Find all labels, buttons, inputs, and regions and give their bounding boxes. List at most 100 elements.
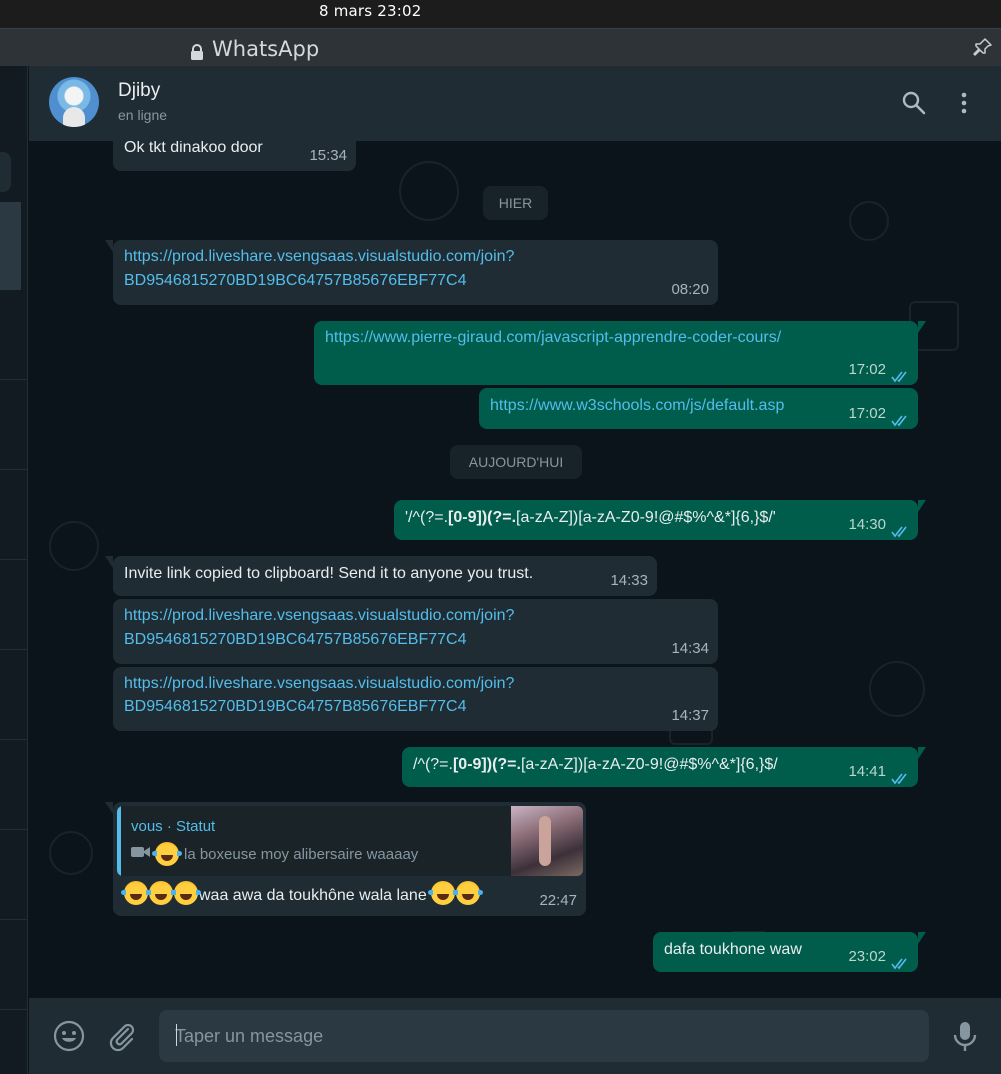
window-title-bar: WhatsApp xyxy=(0,28,1001,66)
laughing-emoji-icon xyxy=(152,842,182,866)
contact-name[interactable]: Djiby xyxy=(118,80,160,102)
contact-status: en ligne xyxy=(118,107,168,123)
status-thumbnail[interactable] xyxy=(511,806,583,876)
date-divider: HIER xyxy=(483,186,548,220)
double-check-icon xyxy=(891,367,909,383)
chat-list-item[interactable] xyxy=(0,560,28,650)
message-bubble-incoming[interactable]: Ok tkt dinakoo door 15:34 xyxy=(113,141,356,171)
double-check-icon xyxy=(891,954,909,970)
emoji-icon[interactable] xyxy=(53,1020,85,1052)
message-time: 08:20 xyxy=(671,281,709,298)
message-bubble-incoming[interactable]: https://prod.liveshare.vsengsaas.visuals… xyxy=(113,667,718,731)
double-check-icon xyxy=(891,769,909,785)
message-bubble-outgoing[interactable]: '/^(?=.[0-9])(?=.[a-zA-Z])[a-zA-Z0-9!@#$… xyxy=(394,500,926,540)
chat-list-item[interactable] xyxy=(0,380,28,470)
message-bubble-outgoing[interactable]: /^(?=.[0-9])(?=.[a-zA-Z])[a-zA-Z0-9!@#$%… xyxy=(402,747,926,787)
paperclip-icon[interactable] xyxy=(106,1020,138,1052)
bubble-tail xyxy=(105,802,113,814)
laughing-emoji-icon xyxy=(453,881,484,905)
message-text: Ok tkt dinakoo door xyxy=(124,141,263,156)
message-text-part: [a-zA-Z])[a-zA-Z0-9!@#$%^&*]{6,}$/ xyxy=(520,756,778,773)
conversation-panel[interactable]: Ok tkt dinakoo door 15:34 HIER https://p… xyxy=(29,141,1001,998)
message-text: Invite link copied to clipboard! Send it… xyxy=(124,565,534,582)
message-text-bold: (?=. xyxy=(487,509,517,526)
message-bubble-incoming[interactable]: https://prod.liveshare.vsengsaas.visuals… xyxy=(105,240,718,305)
laughing-emoji-icon xyxy=(121,881,151,905)
message-link[interactable]: BD9546815270BD19BC64757B85676EBF77C4 xyxy=(124,269,466,292)
bubble-tail xyxy=(105,556,113,568)
wallpaper-doodle xyxy=(49,831,93,875)
os-top-bar: 8 mars 23:02 xyxy=(0,0,1001,28)
chat-list-sidebar xyxy=(0,66,28,1074)
wallpaper-doodle xyxy=(49,521,99,571)
quoted-status-reply[interactable]: vous · Statut la boxeuse moy alibersaire… xyxy=(117,806,583,876)
microphone-icon[interactable] xyxy=(949,1020,981,1052)
quote-text-row: la boxeuse moy alibersaire waaaay xyxy=(131,842,418,866)
chat-list-item[interactable] xyxy=(0,830,28,920)
message-bubble-incoming[interactable]: https://prod.liveshare.vsengsaas.visuals… xyxy=(113,599,718,664)
bubble-tail xyxy=(918,500,926,512)
message-time: 14:41 xyxy=(848,763,886,780)
quote-text: la boxeuse moy alibersaire waaaay xyxy=(184,845,419,863)
text-caret xyxy=(176,1024,177,1046)
chat-list-item[interactable] xyxy=(0,290,28,380)
bubble-tail xyxy=(918,321,926,333)
chat-list-item-active[interactable] xyxy=(0,202,21,290)
wallpaper-doodle xyxy=(849,201,889,241)
bubble-tail xyxy=(918,932,926,944)
double-check-icon xyxy=(891,411,909,427)
message-text: waa awa da toukhône wala lane xyxy=(199,887,427,904)
laughing-emoji-icon xyxy=(428,881,459,905)
message-text-part: [a-zA-Z])[a-zA-Z0-9!@#$%^&*]{6,}$/' xyxy=(516,509,776,526)
message-bubble-outgoing[interactable]: https://www.w3schools.com/js/default.asp… xyxy=(479,388,918,429)
chat-list-item[interactable] xyxy=(0,740,28,830)
video-camera-icon xyxy=(131,843,151,866)
pin-icon[interactable] xyxy=(973,37,993,57)
chat-list-item[interactable] xyxy=(0,650,28,740)
wallpaper-doodle xyxy=(869,661,925,717)
message-time: 23:02 xyxy=(848,948,886,965)
message-composer xyxy=(29,998,1001,1074)
system-clock[interactable]: 8 mars 23:02 xyxy=(319,2,422,20)
message-text-part: /^(?=. xyxy=(413,756,453,773)
search-icon[interactable] xyxy=(901,90,927,116)
message-text-bold: [0-9]) xyxy=(452,756,493,773)
message-text-bold: (?=. xyxy=(492,756,521,773)
bubble-tail xyxy=(105,240,113,252)
message-text-row: waa awa da toukhône wala lane xyxy=(121,881,484,907)
message-link[interactable]: https://prod.liveshare.vsengsaas.visuals… xyxy=(124,672,514,695)
kebab-menu-icon[interactable] xyxy=(951,90,977,116)
message-link[interactable]: https://www.pierre-giraud.com/javascript… xyxy=(325,326,781,349)
date-divider: AUJOURD'HUI xyxy=(450,445,582,479)
message-time: 17:02 xyxy=(848,361,886,378)
message-time: 14:30 xyxy=(848,516,886,533)
message-time: 14:33 xyxy=(610,572,648,589)
chat-list-item[interactable] xyxy=(0,470,28,560)
lock-icon xyxy=(190,41,204,60)
chat-list-item[interactable] xyxy=(0,920,28,1010)
quote-accent-bar xyxy=(117,806,121,876)
message-time: 17:02 xyxy=(848,405,886,422)
message-text-part: '/^(?=. xyxy=(405,509,449,526)
message-time: 15:34 xyxy=(309,147,347,164)
message-link[interactable]: https://prod.liveshare.vsengsaas.visuals… xyxy=(124,245,514,268)
avatar[interactable] xyxy=(49,77,99,127)
message-time: 14:34 xyxy=(671,640,709,657)
window-title: WhatsApp xyxy=(190,37,319,61)
message-link[interactable]: BD9546815270BD19BC64757B85676EBF77C4 xyxy=(124,695,466,718)
message-text: '/^(?=.[0-9])(?=.[a-zA-Z])[a-zA-Z0-9!@#$… xyxy=(405,506,776,529)
message-bubble-incoming[interactable]: Invite link copied to clipboard! Send it… xyxy=(105,556,657,596)
message-bubble-outgoing[interactable]: https://www.pierre-giraud.com/javascript… xyxy=(314,321,926,385)
double-check-icon xyxy=(891,522,909,538)
message-input[interactable] xyxy=(159,1010,929,1062)
message-bubble-outgoing[interactable]: dafa toukhone waw 23:02 xyxy=(653,932,926,972)
message-link[interactable]: BD9546815270BD19BC64757B85676EBF77C4 xyxy=(124,628,466,651)
message-bubble-incoming[interactable]: vous · Statut la boxeuse moy alibersaire… xyxy=(105,802,586,916)
message-link[interactable]: https://prod.liveshare.vsengsaas.visuals… xyxy=(124,604,514,627)
laughing-emoji-icon xyxy=(146,881,176,905)
bubble-tail xyxy=(918,747,926,759)
chat-header: Djiby en ligne xyxy=(29,66,1001,141)
chat-search-field[interactable] xyxy=(0,152,11,192)
message-link[interactable]: https://www.w3schools.com/js/default.asp xyxy=(490,394,784,417)
message-text: dafa toukhone waw xyxy=(664,941,802,958)
